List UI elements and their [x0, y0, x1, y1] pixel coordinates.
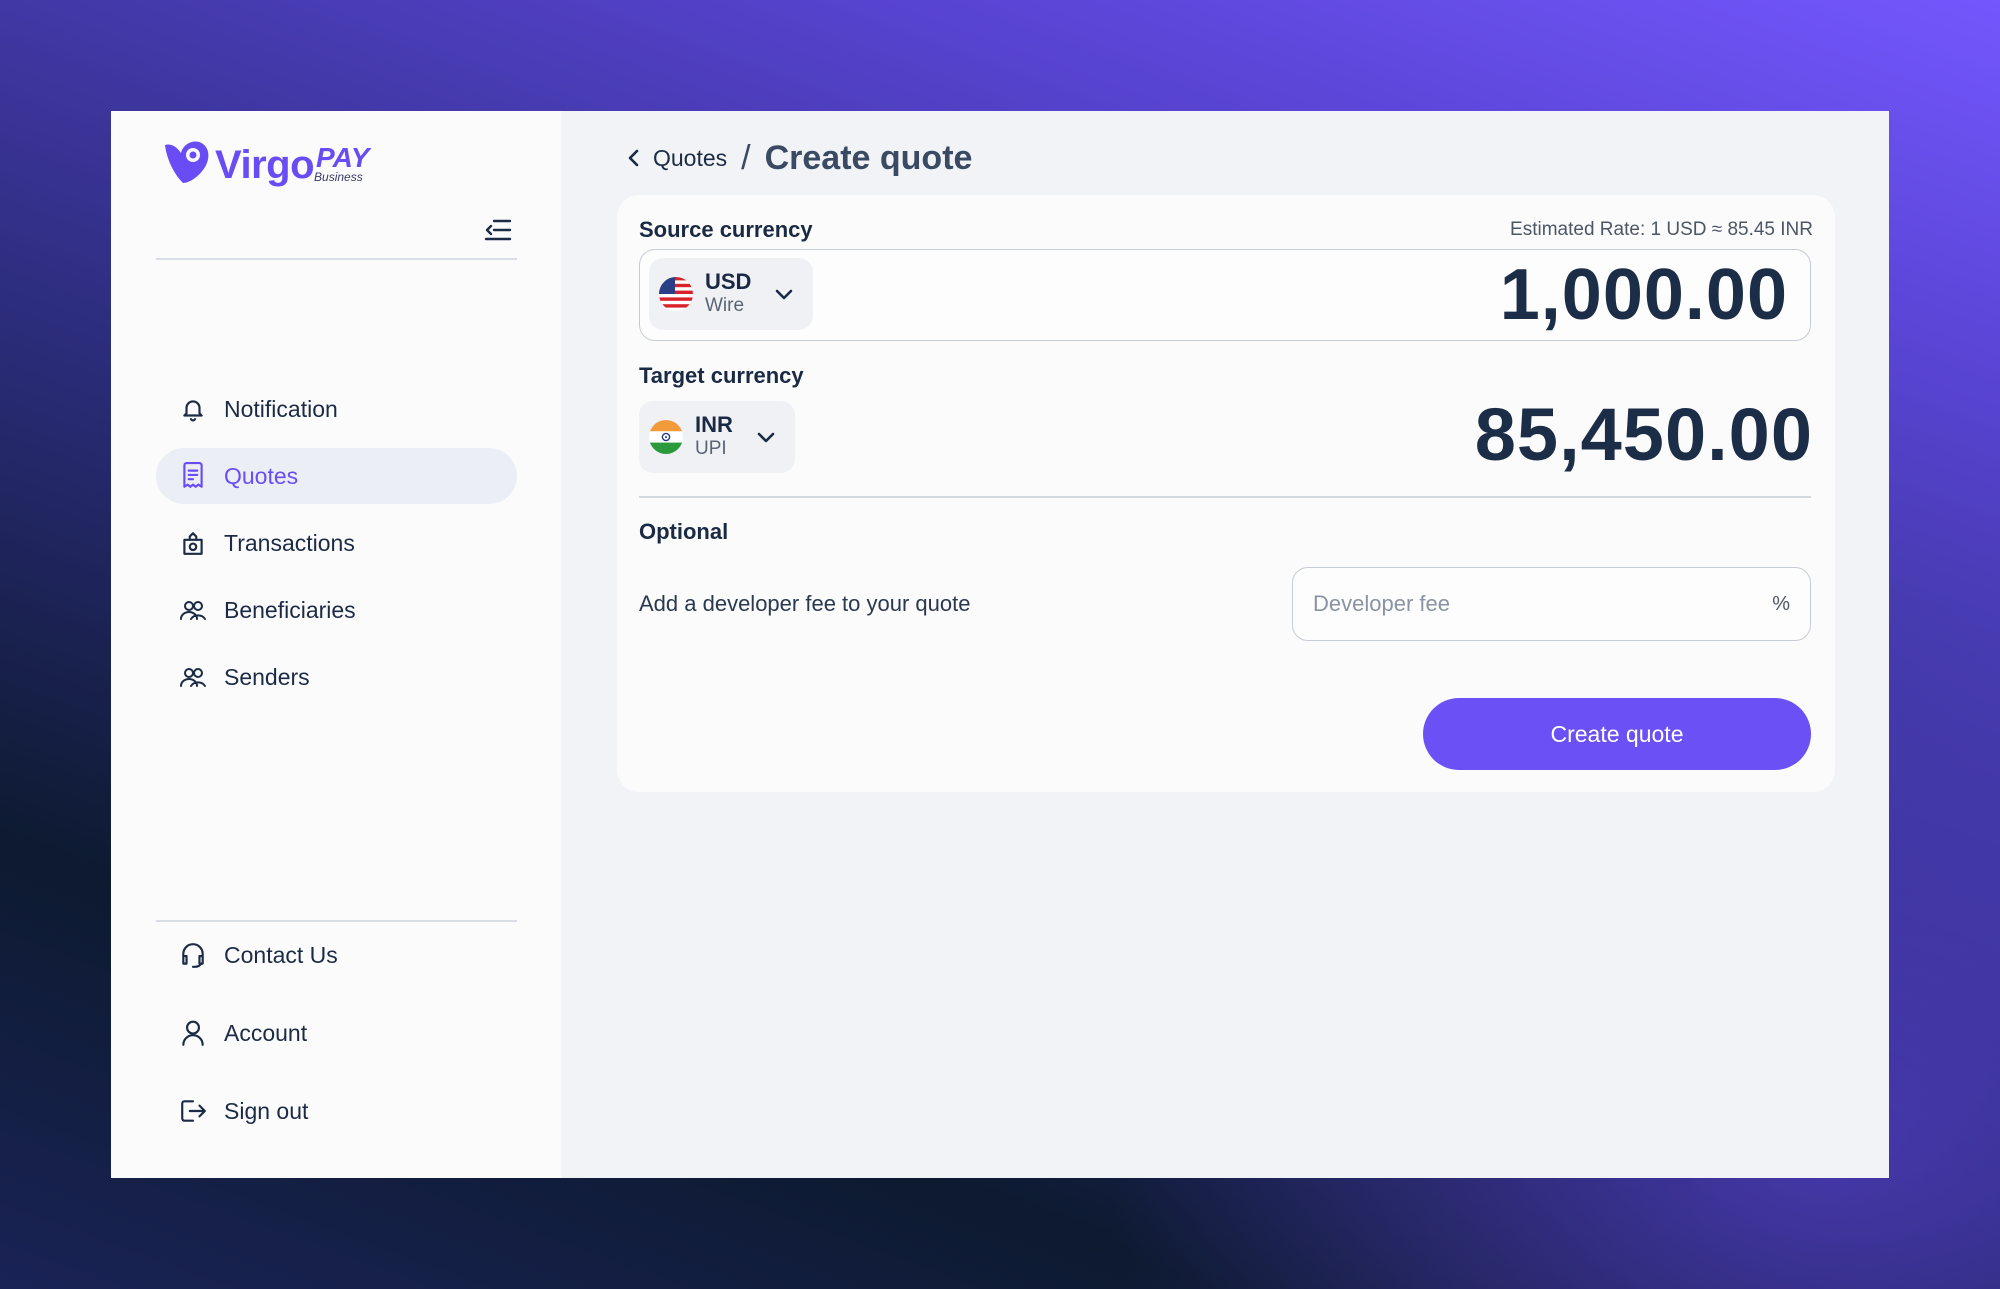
us-flag-icon	[659, 277, 693, 311]
create-quote-button[interactable]: Create quote	[1423, 698, 1811, 770]
sidebar-item-label: Beneficiaries	[224, 596, 356, 623]
source-currency-method: Wire	[705, 295, 745, 316]
source-amount-field[interactable]: USD Wire 1,000.00	[639, 249, 1811, 341]
sidebar-item-label: Quotes	[224, 462, 299, 489]
estimated-rate: Estimated Rate: 1 USD ≈ 85.45 INR	[1510, 219, 1813, 240]
breadcrumb: Quotes / Create quote	[623, 133, 972, 183]
breadcrumb-separator: /	[741, 138, 751, 177]
sidebar-item-contact-us[interactable]: Contact Us	[156, 927, 517, 983]
developer-fee-input[interactable]	[1313, 591, 1773, 617]
main-content: Quotes / Create quote Source currency Es…	[561, 111, 1889, 1178]
sidebar-item-label: Notification	[224, 395, 338, 422]
sidebar-item-account[interactable]: Account	[156, 1005, 517, 1061]
brand-tagline: Business	[314, 170, 363, 184]
sidebar-item-notification[interactable]: Notification	[156, 381, 517, 437]
source-amount[interactable]: 1,000.00	[1500, 255, 1788, 335]
sidebar: Virgo PAY Business Notification Quotes T…	[111, 111, 561, 1178]
users-icon	[178, 662, 208, 692]
page-title: Create quote	[764, 138, 973, 177]
collapse-menu-icon	[484, 219, 512, 241]
source-currency-label: Source currency	[639, 217, 813, 242]
back-link[interactable]: Quotes	[623, 145, 727, 172]
chevron-down-icon	[776, 289, 793, 300]
sidebar-item-quotes[interactable]: Quotes	[156, 448, 517, 504]
sidebar-item-senders[interactable]: Senders	[156, 649, 517, 705]
app-window: Virgo PAY Business Notification Quotes T…	[111, 111, 1889, 1178]
quote-card: Source currency Estimated Rate: 1 USD ≈ …	[617, 195, 1835, 792]
receipt-icon	[178, 461, 208, 491]
sidebar-item-label: Senders	[224, 663, 310, 690]
section-divider	[639, 496, 1811, 498]
headset-icon	[178, 940, 208, 970]
sidebar-item-label: Account	[224, 1019, 308, 1046]
sidebar-item-sign-out[interactable]: Sign out	[156, 1083, 517, 1139]
sidebar-item-beneficiaries[interactable]: Beneficiaries	[156, 582, 517, 638]
target-currency-select[interactable]: INR UPI	[639, 401, 795, 473]
sidebar-item-label: Sign out	[224, 1097, 309, 1124]
bag-transfer-icon	[178, 528, 208, 558]
chevron-left-icon	[628, 149, 639, 167]
target-currency-label: Target currency	[639, 363, 804, 388]
target-currency-method: UPI	[695, 438, 727, 459]
source-currency-code: USD	[705, 269, 752, 294]
sidebar-bottom-nav: Contact Us Account Sign out	[156, 927, 517, 1161]
breadcrumb-back-label: Quotes	[653, 144, 728, 171]
sidebar-divider-top	[156, 258, 517, 260]
india-flag-icon	[649, 420, 683, 454]
optional-label: Optional	[639, 519, 729, 544]
percent-unit: %	[1772, 592, 1790, 615]
sidebar-item-label: Transactions	[224, 529, 355, 556]
developer-fee-description: Add a developer fee to your quote	[639, 591, 971, 616]
target-currency-code: INR	[695, 412, 733, 437]
logo-mark-icon	[165, 141, 209, 183]
sidebar-item-label: Contact Us	[224, 941, 338, 968]
developer-fee-field[interactable]: %	[1292, 567, 1811, 641]
sidebar-item-transactions[interactable]: Transactions	[156, 515, 517, 571]
sidebar-divider-bottom	[156, 920, 517, 922]
chevron-down-icon	[757, 432, 775, 443]
target-amount: 85,450.00	[1474, 393, 1813, 476]
sign-out-icon	[178, 1096, 208, 1126]
users-icon	[178, 595, 208, 625]
user-icon	[178, 1018, 208, 1048]
sidebar-nav: Notification Quotes Transactions Benefic…	[156, 381, 517, 716]
brand-pay: PAY	[316, 142, 370, 173]
source-currency-select[interactable]: USD Wire	[649, 258, 814, 330]
brand-name: Virgo	[215, 143, 315, 187]
bell-icon	[178, 394, 208, 424]
collapse-sidebar-button[interactable]	[481, 213, 515, 247]
brand-logo[interactable]: Virgo PAY Business	[161, 137, 369, 187]
